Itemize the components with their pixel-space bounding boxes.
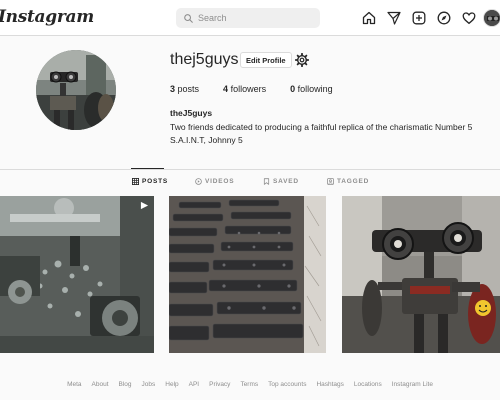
tab-videos[interactable]: VIDEOS	[195, 178, 234, 185]
following-label: following	[297, 84, 333, 94]
edit-profile-button[interactable]: Edit Profile	[240, 52, 292, 68]
machined-parts-photo	[169, 196, 326, 353]
tabs-divider	[0, 169, 500, 170]
nav-icons	[360, 9, 485, 27]
johnny-5-robot-photo	[342, 196, 500, 353]
search-input[interactable]	[198, 13, 308, 23]
followers-stat[interactable]: 4 followers	[223, 84, 266, 94]
footer-link-api[interactable]: API	[189, 381, 199, 388]
activity-heart-icon[interactable]	[460, 9, 478, 27]
direct-message-icon[interactable]	[385, 9, 403, 27]
tagged-icon	[327, 178, 334, 185]
explore-icon[interactable]	[435, 9, 453, 27]
footer-link-hashtags[interactable]: Hashtags	[316, 381, 343, 388]
profile-stats: 3 posts 4 followers 0 following	[170, 84, 357, 94]
post-tile-parts[interactable]	[169, 196, 326, 353]
search-box[interactable]	[176, 8, 320, 28]
posts-count: 3	[170, 84, 176, 94]
footer-link-top-accounts[interactable]: Top accounts	[268, 381, 306, 388]
home-icon[interactable]	[360, 9, 378, 27]
tab-tagged-label: TAGGED	[337, 178, 370, 185]
top-nav: Instagram	[0, 0, 500, 36]
tab-posts[interactable]: POSTS	[132, 178, 168, 185]
footer-links: Meta About Blog Jobs Help API Privacy Te…	[0, 381, 500, 388]
video-icon	[195, 178, 202, 185]
post-tile-lathe[interactable]	[0, 196, 154, 353]
following-count: 0	[290, 84, 296, 94]
tab-saved[interactable]: SAVED	[263, 178, 299, 185]
grid-icon	[132, 178, 139, 185]
footer-link-help[interactable]: Help	[165, 381, 178, 388]
tab-videos-label: VIDEOS	[205, 178, 235, 185]
followers-label: followers	[230, 84, 267, 94]
multi-photo-icon	[140, 201, 149, 210]
active-tab-indicator	[131, 168, 164, 169]
tab-saved-label: SAVED	[273, 178, 299, 185]
following-stat[interactable]: 0 following	[290, 84, 333, 94]
lathe-machining-photo	[0, 196, 154, 353]
footer-link-about[interactable]: About	[92, 381, 109, 388]
footer-link-terms[interactable]: Terms	[240, 381, 258, 388]
footer-link-blog[interactable]: Blog	[119, 381, 132, 388]
posts-label: posts	[177, 84, 200, 94]
post-tile-johnny5[interactable]	[342, 196, 500, 353]
profile-username: thej5guys	[170, 51, 239, 68]
bookmark-icon	[263, 178, 270, 185]
settings-gear-icon[interactable]	[294, 52, 310, 68]
tab-posts-label: POSTS	[142, 178, 169, 185]
footer-link-meta[interactable]: Meta	[67, 381, 81, 388]
search-icon	[184, 13, 193, 23]
profile-full-name: theJ5guys	[170, 108, 213, 118]
profile-picture[interactable]	[36, 50, 116, 130]
footer-link-locations[interactable]: Locations	[354, 381, 382, 388]
profile-avatar-icon[interactable]	[483, 9, 500, 27]
profile-bio: Two friends dedicated to producing a fai…	[170, 122, 473, 145]
footer-link-instagram-lite[interactable]: Instagram Lite	[392, 381, 433, 388]
followers-count: 4	[223, 84, 229, 94]
new-post-icon[interactable]	[410, 9, 428, 27]
footer-link-jobs[interactable]: Jobs	[142, 381, 156, 388]
instagram-logo[interactable]: Instagram	[0, 7, 94, 27]
posts-stat: 3 posts	[170, 84, 199, 94]
tab-tagged[interactable]: TAGGED	[327, 178, 369, 185]
footer-link-privacy[interactable]: Privacy	[209, 381, 230, 388]
profile-tabs: POSTS VIDEOS SAVED TAGGED	[0, 178, 500, 190]
